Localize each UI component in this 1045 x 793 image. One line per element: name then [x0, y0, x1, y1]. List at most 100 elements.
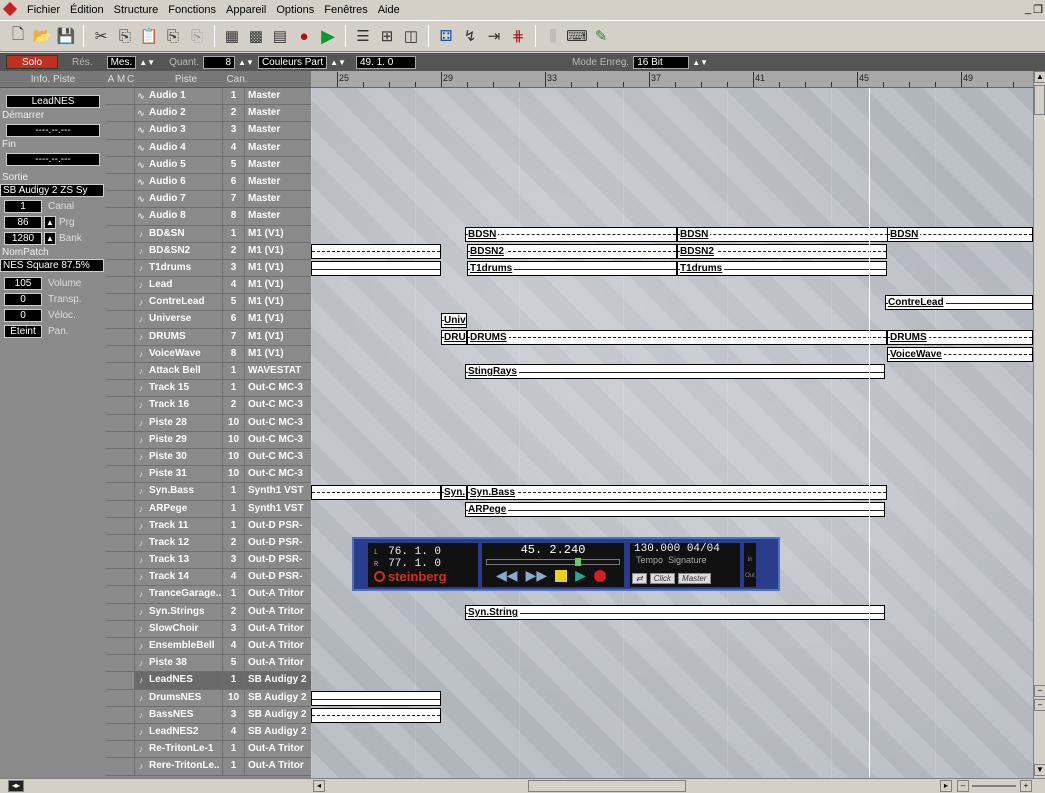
track-amc-cells[interactable] — [106, 603, 135, 620]
track-output[interactable]: M1 (V1) — [245, 311, 311, 327]
score-icon[interactable]: ▤ — [268, 24, 292, 48]
midi-part[interactable] — [311, 708, 441, 724]
click-button[interactable]: Click — [649, 573, 676, 584]
new-icon[interactable]: 🗋 — [6, 24, 30, 48]
track-name[interactable]: BassNES — [147, 706, 223, 723]
record-mode-select[interactable]: 16 Bit — [633, 55, 690, 69]
track-row[interactable]: ♪ VoiceWave 8 M1 (V1) — [106, 345, 311, 363]
quantize-select[interactable]: 8 — [203, 55, 236, 69]
track-name[interactable]: Lead — [147, 277, 223, 294]
track-row[interactable]: ♪ Track 12 2 Out-D PSR- — [106, 534, 311, 553]
track-row[interactable]: ∿ Audio 6 6 Master — [106, 173, 311, 192]
track-channel[interactable]: 1 — [223, 88, 245, 105]
track-output[interactable]: Master — [245, 208, 311, 224]
track-output[interactable]: Out-A Tritor — [245, 638, 311, 654]
track-output[interactable]: Master — [245, 174, 311, 190]
track-output[interactable]: Out-C MC-3 — [245, 432, 311, 448]
measure-select[interactable]: Mes. — [106, 55, 137, 69]
track-name[interactable]: SlowChoir — [147, 620, 223, 637]
track-name[interactable]: Rere-TritonLe.. — [147, 758, 223, 775]
canal-field[interactable]: 1 — [4, 200, 42, 213]
track-output[interactable]: Master — [245, 157, 311, 173]
measure-spin-icon[interactable]: ▲▼ — [139, 58, 155, 67]
track-row[interactable]: ♪ Piste 31 10 Out-C MC-3 — [106, 466, 311, 484]
track-name[interactable]: TranceGarage.. — [147, 586, 223, 603]
track-amc-cells[interactable] — [106, 191, 135, 208]
track-name[interactable]: BD&SN2 — [147, 242, 223, 259]
key-editor-icon[interactable]: ▩ — [244, 24, 268, 48]
track-amc-cells[interactable] — [106, 328, 135, 345]
track-output[interactable]: Out-A Tritor — [245, 621, 311, 637]
track-amc-cells[interactable] — [106, 655, 135, 672]
menu-fonctions[interactable]: Fonctions — [163, 4, 221, 16]
track-row[interactable]: ♪ Re-TritonLe-1 1 Out-A Tritor — [106, 741, 311, 759]
track-amc-cells[interactable] — [106, 672, 135, 689]
track-channel[interactable]: 1 — [223, 586, 245, 603]
menu-appareil[interactable]: Appareil — [221, 4, 271, 16]
track-channel[interactable]: 3 — [223, 620, 245, 637]
track-name[interactable]: Syn.Bass — [147, 483, 223, 500]
track-amc-cells[interactable] — [106, 242, 135, 259]
transport-bar[interactable]: L 76. 1. 0 R 77. 1. 0 steinberg 45. 2.240 … — [352, 537, 780, 591]
track-name[interactable]: Audio 1 — [147, 88, 223, 105]
list-icon[interactable]: ☰ — [351, 24, 375, 48]
menu-fichier[interactable]: Fichier — [22, 4, 65, 16]
track-channel[interactable]: 2 — [223, 603, 245, 620]
track-name[interactable]: Piste 28 — [147, 414, 223, 431]
track-amc-cells[interactable] — [106, 620, 135, 637]
track-row[interactable]: ♪ Syn.Bass 1 Synth1 VST — [106, 483, 311, 501]
rewind-icon[interactable]: ◀◀ — [496, 567, 518, 584]
track-row[interactable]: ∿ Audio 2 2 Master — [106, 105, 311, 123]
track-output[interactable]: Master — [245, 105, 311, 121]
scroll-up-icon[interactable]: ▲ — [1034, 71, 1045, 83]
velocity-field[interactable]: 0 — [4, 309, 42, 322]
track-row[interactable]: ♪ EnsembleBell 4 Out-A Tritor — [106, 638, 311, 656]
inspector-track-name[interactable]: LeadNES — [6, 95, 100, 108]
bank-field[interactable]: 1280 — [4, 232, 42, 245]
midi-part[interactable]: Univ — [441, 312, 467, 328]
track-output[interactable]: Synth1 VST — [245, 483, 311, 499]
track-channel[interactable]: 3 — [223, 259, 245, 277]
quantize-spin-icon[interactable]: ▲▼ — [238, 58, 254, 67]
track-output[interactable]: Out-D PSR- — [245, 569, 311, 585]
track-name[interactable]: Attack Bell — [147, 363, 223, 380]
track-output[interactable]: Out-C MC-3 — [245, 380, 311, 396]
menu-fenetres[interactable]: Fenêtres — [319, 4, 372, 16]
track-output[interactable]: Out-A Tritor — [245, 604, 311, 620]
menu-aide[interactable]: Aide — [373, 4, 405, 16]
scroll-down-icon[interactable]: ▼ — [1034, 764, 1045, 776]
track-amc-cells[interactable] — [106, 414, 135, 431]
position-field[interactable]: 49. 1. 0 — [355, 55, 416, 69]
track-output[interactable]: Out-A Tritor — [245, 741, 311, 757]
track-channel[interactable]: 3 — [223, 706, 245, 723]
track-row[interactable]: ∿ Audio 7 7 Master — [106, 191, 311, 209]
track-channel[interactable]: 1 — [223, 758, 245, 775]
midi-part[interactable] — [311, 243, 441, 259]
track-channel[interactable]: 5 — [223, 655, 245, 672]
track-output[interactable]: Out-C MC-3 — [245, 466, 311, 482]
track-name[interactable]: Audio 7 — [147, 191, 223, 208]
header-track[interactable]: Piste — [147, 74, 225, 85]
track-row[interactable]: ♪ Track 14 4 Out-D PSR- — [106, 569, 311, 587]
midi-part[interactable]: BDSN — [887, 226, 1033, 242]
track-channel[interactable]: 2 — [223, 397, 245, 414]
midi-part[interactable]: BDSN2 — [677, 243, 887, 259]
paste-icon[interactable]: 📋 — [137, 24, 161, 48]
horizontal-scroll-thumb[interactable] — [528, 780, 686, 792]
track-name[interactable]: Track 11 — [147, 517, 223, 534]
track-name[interactable]: EnsembleBell — [147, 638, 223, 655]
midi-part[interactable]: Syn. — [441, 484, 467, 500]
track-row[interactable]: ♪ T1drums 3 M1 (V1) — [106, 259, 311, 278]
midi-part[interactable]: Syn.Bass — [467, 484, 887, 500]
master-button[interactable]: Master — [678, 573, 711, 584]
song-position[interactable]: 45. 2.240 — [482, 543, 624, 557]
midi-part[interactable]: DRU — [441, 329, 467, 345]
track-name[interactable]: VoiceWave — [147, 345, 223, 362]
midi-part[interactable]: ARPege — [465, 501, 885, 517]
track-channel[interactable]: 1 — [223, 483, 245, 500]
program-field[interactable]: 86 — [4, 216, 42, 229]
track-row[interactable]: ♪ Track 13 3 Out-D PSR- — [106, 552, 311, 570]
track-output[interactable]: M1 (V1) — [245, 346, 311, 362]
track-channel[interactable]: 4 — [223, 139, 245, 156]
fast-forward-icon[interactable]: ▶▶ — [526, 567, 548, 584]
